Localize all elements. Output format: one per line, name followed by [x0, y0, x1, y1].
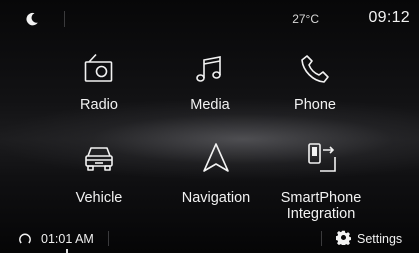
navigation-arrow-icon — [203, 143, 229, 172]
music-note-icon — [196, 56, 221, 82]
scroll-indicator — [66, 249, 68, 253]
gear-icon[interactable] — [336, 230, 351, 245]
home-screen: 27°C 09:12 Radio Media Phone Vehicle Nav… — [0, 0, 419, 253]
night-mode-icon[interactable] — [24, 11, 40, 27]
bottom-divider-right — [321, 231, 322, 246]
app-tile-phone[interactable]: Phone — [260, 52, 370, 132]
car-icon — [85, 147, 113, 171]
temperature-readout: 27°C — [292, 12, 319, 26]
app-tile-navigation[interactable]: Navigation — [161, 141, 271, 221]
alarm-icon[interactable] — [18, 232, 32, 246]
app-label-radio: Radio — [80, 97, 118, 113]
settings-button[interactable]: Settings — [357, 232, 402, 246]
alarm-time[interactable]: 01:01 AM — [41, 232, 94, 246]
app-tile-radio[interactable]: Radio — [44, 52, 154, 132]
smartphone-integration-icon — [308, 143, 336, 172]
app-tile-media[interactable]: Media — [155, 52, 265, 132]
status-divider — [64, 11, 65, 27]
bottom-bar: 01:01 AM Settings — [0, 223, 419, 253]
app-tile-vehicle[interactable]: Vehicle — [44, 141, 154, 221]
app-label-smartphone-integration: SmartPhone Integration — [280, 190, 362, 222]
clock: 09:12 — [368, 9, 410, 26]
radio-icon — [84, 53, 113, 82]
app-label-media: Media — [190, 97, 230, 113]
phone-icon — [301, 55, 329, 83]
app-label-phone: Phone — [294, 97, 336, 113]
app-tile-smartphone-integration[interactable]: SmartPhone Integration — [266, 141, 376, 222]
app-label-navigation: Navigation — [181, 190, 251, 206]
app-label-vehicle: Vehicle — [75, 190, 123, 206]
bottom-divider-left — [108, 231, 109, 246]
status-bar: 27°C 09:12 — [0, 0, 419, 38]
